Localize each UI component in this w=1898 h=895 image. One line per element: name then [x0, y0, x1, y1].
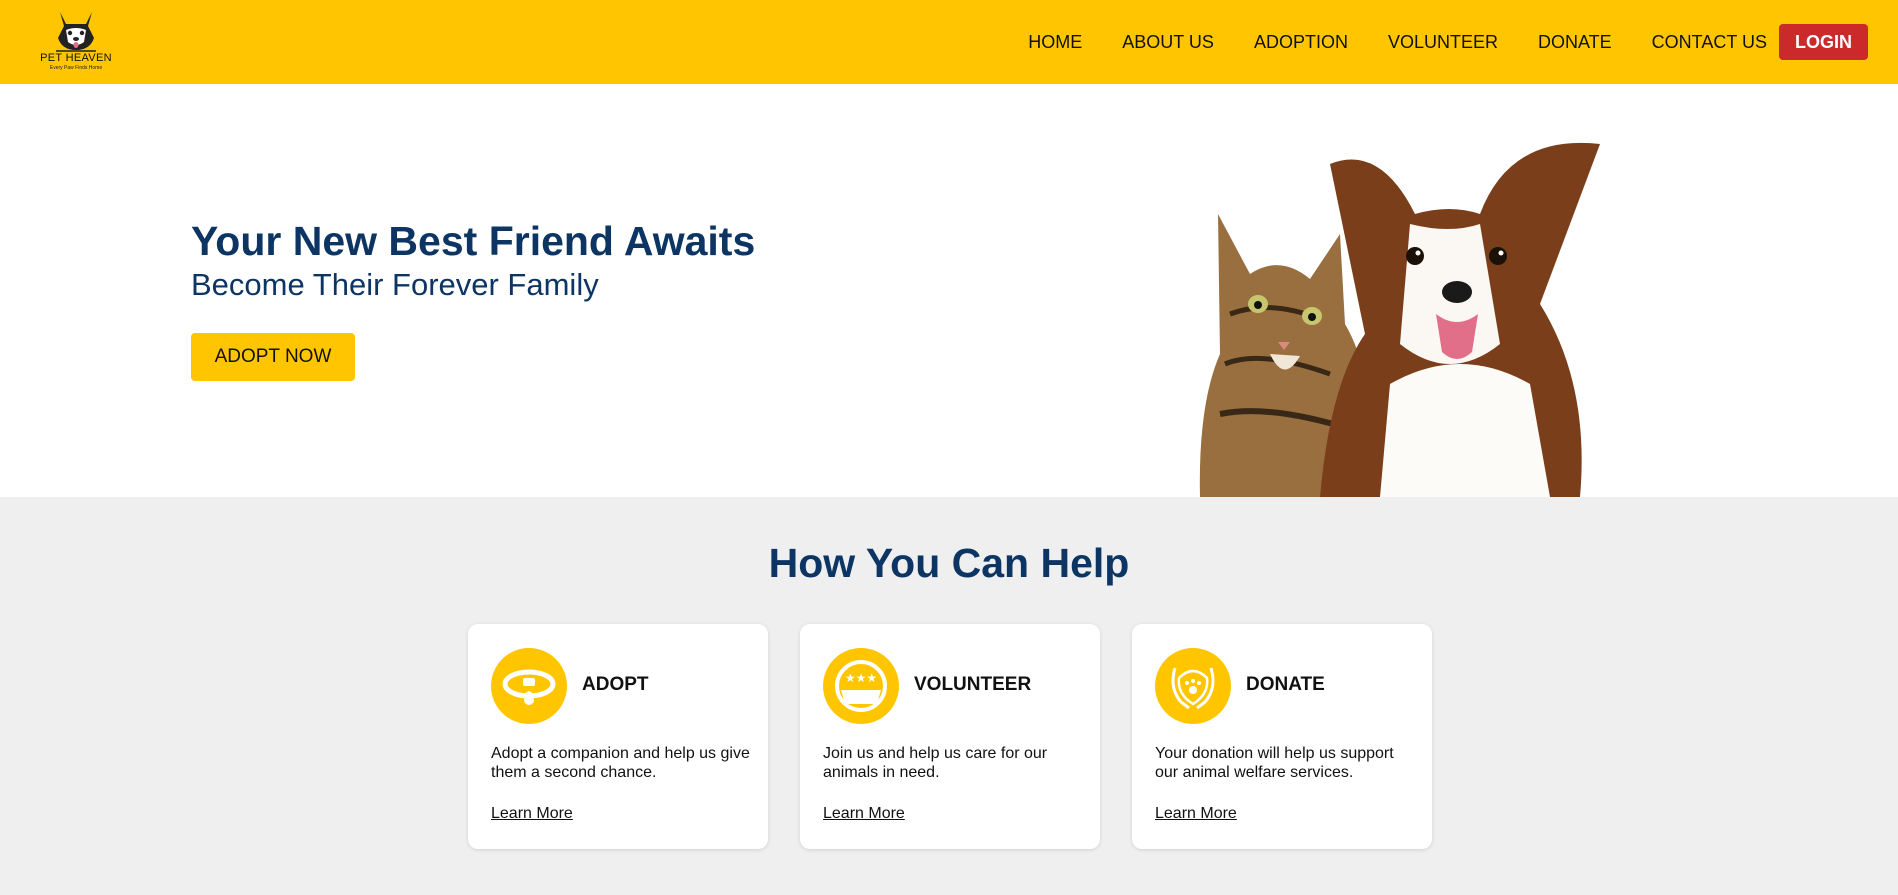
donate-learn-more-link[interactable]: Learn More: [1155, 805, 1237, 823]
cat-and-dog-image: [1199, 142, 1600, 497]
donate-card-title: DONATE: [1246, 674, 1325, 695]
donate-card-description: Your donation will help us support our a…: [1155, 745, 1394, 781]
svg-text:★★★: ★★★: [845, 671, 877, 685]
adopt-learn-more-link[interactable]: Learn More: [491, 805, 573, 823]
hero-section: Your New Best Friend Awaits Become Their…: [0, 84, 1898, 497]
nav-home[interactable]: HOME: [1028, 24, 1082, 60]
nav-donate[interactable]: DONATE: [1538, 24, 1612, 60]
nav-contact-us[interactable]: CONTACT US: [1652, 24, 1767, 60]
logo-name: PET HEAVEN: [40, 52, 112, 64]
adopt-now-button[interactable]: ADOPT NOW: [191, 333, 355, 381]
site-logo[interactable]: PET HEAVEN Every Paw Finds Home: [34, 8, 118, 74]
nav-adoption[interactable]: ADOPTION: [1254, 24, 1348, 60]
hero-title: Your New Best Friend Awaits: [191, 218, 756, 264]
help-section-title: How You Can Help: [768, 540, 1130, 586]
logo-tagline: Every Paw Finds Home: [49, 65, 103, 71]
login-button[interactable]: LOGIN: [1779, 24, 1868, 60]
collar-icon: [491, 648, 567, 724]
adopt-card-title: ADOPT: [582, 674, 649, 695]
hero-subtitle: Become Their Forever Family: [191, 267, 599, 302]
volunteer-learn-more-link[interactable]: Learn More: [823, 805, 905, 823]
site-header: PET HEAVEN Every Paw Finds Home HOME ABO…: [0, 0, 1898, 84]
adopt-card-description: Adopt a companion and help us give them …: [491, 745, 750, 781]
volunteer-card-description: Join us and help us care for our animals…: [823, 745, 1048, 781]
volunteer-card-title: VOLUNTEER: [914, 674, 1032, 695]
donate-hands-paw-icon: [1155, 648, 1231, 724]
donate-card: DONATE Your donation will help us suppor…: [1132, 624, 1432, 849]
adopt-card: ADOPT Adopt a companion and help us give…: [468, 624, 768, 849]
nav-volunteer[interactable]: VOLUNTEER: [1388, 24, 1498, 60]
husky-logo-icon: [56, 12, 96, 52]
main-nav: HOME ABOUT US ADOPTION VOLUNTEER DONATE …: [1028, 24, 1868, 60]
nav-about-us[interactable]: ABOUT US: [1122, 24, 1214, 60]
volunteer-basket-icon: ★★★: [823, 648, 899, 724]
volunteer-card: ★★★ VOLUNTEER Join us and help us care f…: [800, 624, 1100, 849]
